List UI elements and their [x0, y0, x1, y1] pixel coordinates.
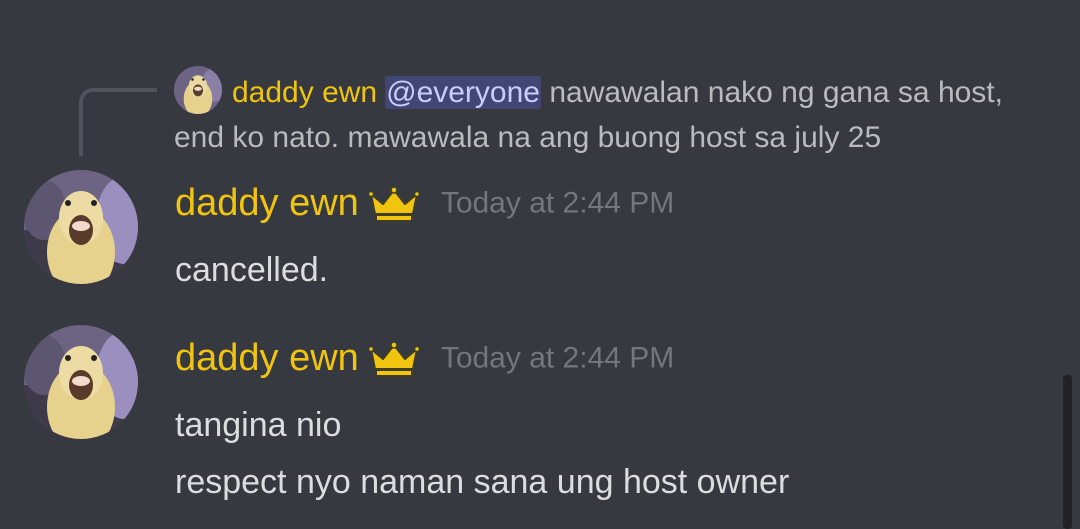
author-name[interactable]: daddy ewn [175, 337, 359, 379]
everyone-mention[interactable]: @everyone [385, 76, 541, 109]
reply-spine [79, 88, 157, 156]
crown-icon [368, 340, 419, 377]
message-text: cancelled. [175, 251, 329, 289]
message-timestamp[interactable]: Today at 2:44 PM [441, 342, 674, 375]
reply-preview[interactable]: daddy ewn @everyone nawawalan nako ng gan… [174, 66, 1054, 160]
message-text-line-2: respect nyo naman sana ung host owner [175, 463, 790, 501]
avatar[interactable] [24, 325, 138, 439]
reply-avatar[interactable] [174, 66, 222, 114]
avatar[interactable] [24, 170, 138, 284]
scrollbar[interactable] [1063, 375, 1072, 529]
chat-messages: daddy ewn @everyone nawawalan nako ng gan… [0, 0, 1080, 529]
message-text-line-1: tangina nio [175, 406, 342, 444]
author-name[interactable]: daddy ewn [175, 182, 359, 224]
reply-author[interactable]: daddy ewn [232, 76, 377, 109]
crown-icon [368, 185, 419, 222]
message-timestamp[interactable]: Today at 2:44 PM [441, 187, 674, 220]
